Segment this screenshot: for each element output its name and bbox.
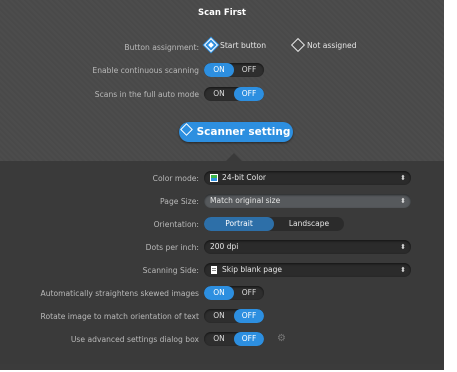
gear-icon[interactable]: ⚙ [277,334,287,344]
button-assignment-label: Button assignment: [124,43,199,52]
scanner-setting-button[interactable]: Scanner setting [179,122,293,142]
orientation-row: Orientation: Portrait Landscape [0,217,444,233]
scan-first-panel: Scan First Button assignment: Start butt… [0,0,444,370]
dpi-row: Dots per inch: 200 dpi ⬍ [0,240,444,256]
toggle-on[interactable]: ON [204,309,234,323]
rotate-label: Rotate image to match orientation of tex… [40,312,199,321]
color-mode-row: Color mode: 24-bit Color ⬍ [0,171,444,187]
advanced-row: Use advanced settings dialog box ON OFF … [0,332,444,348]
select-chevron-icon: ⬍ [400,243,406,251]
scanning-side-value: Skip blank page [222,265,282,274]
toggle-on[interactable]: ON [204,286,234,300]
start-button-radio[interactable]: Start button [203,37,267,53]
scanning-side-select[interactable]: Skip blank page ⬍ [204,263,411,277]
orientation-landscape[interactable]: Landscape [274,217,344,231]
full-auto-mode-row: Scans in the full auto mode ON OFF [0,87,444,103]
start-button-radio-label: Start button [220,41,267,50]
dpi-label: Dots per inch: [145,243,199,252]
diamond-icon [179,123,193,136]
select-chevron-icon: ⬍ [400,266,406,274]
color-mode-icon [210,174,218,182]
window-title: Scan First [198,8,246,18]
select-chevron-icon: ⬍ [400,197,406,205]
not-assigned-radio-label: Not assigned [307,41,357,50]
toggle-off[interactable]: OFF [234,63,264,77]
straighten-row: Automatically straightens skewed images … [0,286,444,302]
not-assigned-radio[interactable]: Not assigned [290,37,357,53]
color-mode-value: 24-bit Color [222,173,267,182]
radio-unselected-icon [290,37,306,53]
dpi-select[interactable]: 200 dpi ⬍ [204,240,411,254]
continuous-scanning-row: Enable continuous scanning ON OFF [0,63,444,79]
scanning-side-label: Scanning Side: [142,266,199,275]
rotate-row: Rotate image to match orientation of tex… [0,309,444,325]
section-pointer-arrow [226,153,242,161]
scanner-settings-section: Color mode: 24-bit Color ⬍ Page Size: Ma… [0,161,444,364]
rotate-toggle[interactable]: ON OFF [204,309,264,323]
full-auto-mode-label: Scans in the full auto mode [94,90,199,99]
advanced-label: Use advanced settings dialog box [70,335,199,344]
radio-selected-icon [203,37,219,53]
full-auto-mode-toggle[interactable]: ON OFF [204,87,264,101]
toggle-off[interactable]: OFF [234,309,264,323]
toggle-off[interactable]: OFF [234,332,264,346]
toggle-on[interactable]: ON [204,87,234,101]
page-size-label: Page Size: [160,197,199,206]
straighten-label: Automatically straightens skewed images [40,289,200,298]
continuous-scanning-label: Enable continuous scanning [92,66,199,75]
page-icon [211,266,217,274]
page-size-row: Page Size: Match original size ⬍ [0,194,444,210]
toggle-off[interactable]: OFF [234,87,264,101]
scanning-side-row: Scanning Side: Skip blank page ⬍ [0,263,444,279]
select-chevron-icon: ⬍ [400,174,406,182]
toggle-off[interactable]: OFF [234,286,264,300]
dpi-value: 200 dpi [210,242,239,251]
page-size-value: Match original size [210,196,281,205]
bottom-strip [0,364,444,370]
advanced-toggle[interactable]: ON OFF [204,332,264,346]
straighten-toggle[interactable]: ON OFF [204,286,264,300]
button-assignment-row: Button assignment: Start button Not assi… [0,37,444,56]
color-mode-label: Color mode: [152,174,199,183]
page-size-select[interactable]: Match original size ⬍ [204,194,411,208]
continuous-scanning-toggle[interactable]: ON OFF [204,63,264,77]
scanner-setting-label: Scanner setting [196,126,291,138]
color-mode-select[interactable]: 24-bit Color ⬍ [204,171,411,185]
orientation-label: Orientation: [153,220,199,229]
orientation-portrait[interactable]: Portrait [204,217,274,231]
toggle-on[interactable]: ON [204,63,234,77]
orientation-segmented[interactable]: Portrait Landscape [204,217,344,231]
toggle-on[interactable]: ON [204,332,234,346]
